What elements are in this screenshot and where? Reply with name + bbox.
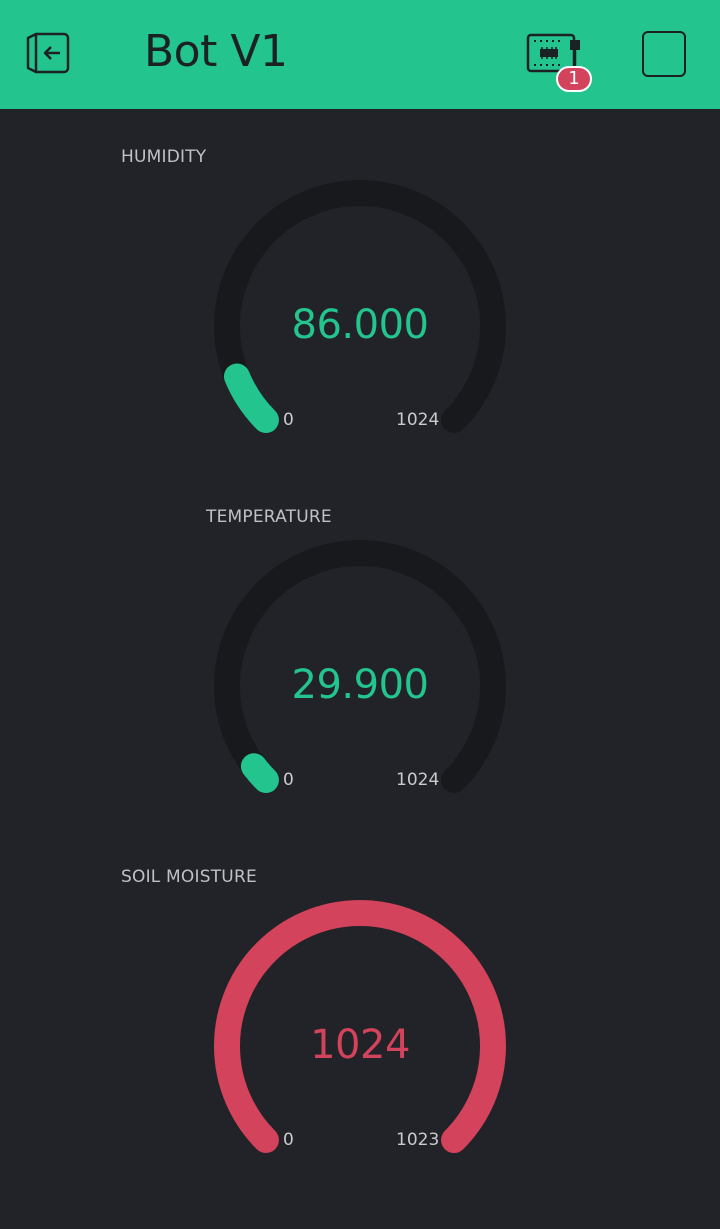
gauge-max-label: 1024 <box>396 410 440 430</box>
exit-icon[interactable] <box>22 28 76 78</box>
stop-square-icon[interactable] <box>642 31 686 77</box>
app-header: Bot V1 1 <box>0 0 720 109</box>
gauge-max-label: 1023 <box>396 1130 440 1150</box>
gauge-fill <box>223 363 279 434</box>
gauge-min-label: 0 <box>283 770 294 790</box>
gauge-min-label: 0 <box>283 410 294 430</box>
device-count-badge: 1 <box>556 66 592 92</box>
gauge-fill <box>240 753 279 794</box>
gauge-value: 86.000 <box>291 302 429 348</box>
project-title: Bot V1 <box>144 26 288 77</box>
gauge-min-label: 0 <box>283 1130 294 1150</box>
gauge-value: 29.900 <box>291 662 429 708</box>
gauge-max-label: 1024 <box>396 770 440 790</box>
gauge-value: 1024 <box>310 1022 410 1068</box>
